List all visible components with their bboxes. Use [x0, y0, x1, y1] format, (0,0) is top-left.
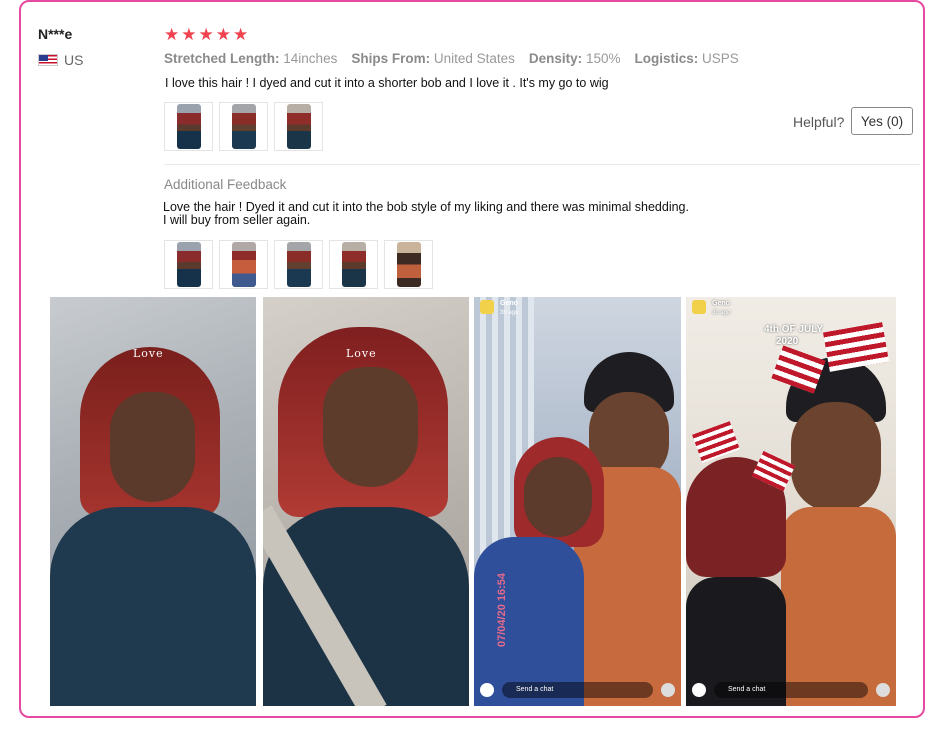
snap-chat-bar: Send a chat [474, 680, 681, 700]
attribute-length: Stretched Length: 14inches [164, 51, 338, 66]
review-thumbnail[interactable] [274, 102, 323, 151]
attribute-logistics: Logistics: USPS [634, 51, 739, 66]
additional-thumbnail[interactable] [219, 240, 268, 289]
review-text: I love this hair ! I dyed and cut it int… [165, 76, 609, 90]
star-icon: ★ [181, 25, 197, 44]
product-attributes: Stretched Length: 14inches Ships From: U… [164, 51, 739, 66]
snap-time: 3h ago [500, 310, 519, 316]
divider [164, 164, 920, 165]
additional-thumbnail[interactable] [384, 240, 433, 289]
helpful-yes-button[interactable]: Yes (0) [851, 107, 913, 135]
review-thumbnail[interactable] [219, 102, 268, 151]
star-rating: ★ ★ ★ ★ ★ [164, 26, 248, 43]
star-icon: ★ [198, 25, 214, 44]
bitmoji-icon [692, 300, 706, 314]
snap-chat-bar: Send a chat [686, 680, 896, 700]
camera-icon [692, 683, 706, 697]
july-sticker-year: 2020 [776, 336, 799, 347]
snap-time: 3h ago [712, 310, 731, 316]
bitmoji-button-icon [661, 683, 675, 697]
review-photo-large[interactable]: Love [50, 297, 256, 706]
love-sticker: Love [133, 347, 164, 360]
send-chat-field: Send a chat [502, 682, 653, 698]
additional-thumbnail[interactable] [329, 240, 378, 289]
us-flag-icon [38, 54, 58, 66]
snap-username: Geno [500, 300, 518, 307]
review-photo-thumbnails [164, 102, 323, 151]
review-thumbnail[interactable] [164, 102, 213, 151]
additional-feedback-line: Love the hair ! Dyed it and cut it into … [163, 200, 689, 214]
star-icon: ★ [233, 25, 249, 44]
additional-photo-thumbnails [164, 240, 433, 289]
attribute-ships-from: Ships From: United States [351, 51, 515, 66]
bitmoji-icon [480, 300, 494, 314]
additional-feedback-text: Love the hair ! Dyed it and cut it into … [163, 201, 763, 226]
country-code: US [64, 52, 84, 68]
helpful-label: Helpful? [793, 114, 845, 130]
date-stamp: 07/04/20 16:54 [496, 572, 508, 647]
star-icon: ★ [164, 25, 180, 44]
additional-feedback-line: I will buy from seller again. [163, 212, 311, 227]
star-icon: ★ [215, 25, 231, 44]
attribute-density: Density: 150% [528, 51, 621, 66]
review-photo-large[interactable]: Geno 3h ago 07/04/20 16:54 Send a chat [474, 297, 681, 706]
review-photo-large[interactable]: 4th OF JULY 2020 Geno 3h ago Send a chat [686, 297, 896, 706]
additional-thumbnail[interactable] [164, 240, 213, 289]
additional-thumbnail[interactable] [274, 240, 323, 289]
additional-feedback-title: Additional Feedback [164, 177, 287, 192]
july-sticker-title: 4th OF JULY [764, 324, 824, 335]
camera-icon [480, 683, 494, 697]
love-sticker: Love [346, 347, 377, 360]
bitmoji-button-icon [876, 683, 890, 697]
snap-username: Geno [712, 300, 730, 307]
send-chat-field: Send a chat [714, 682, 868, 698]
review-photo-large[interactable]: Love [263, 297, 469, 706]
reviewer-name: N***e [38, 26, 73, 42]
reviewer-country: US [38, 52, 83, 68]
